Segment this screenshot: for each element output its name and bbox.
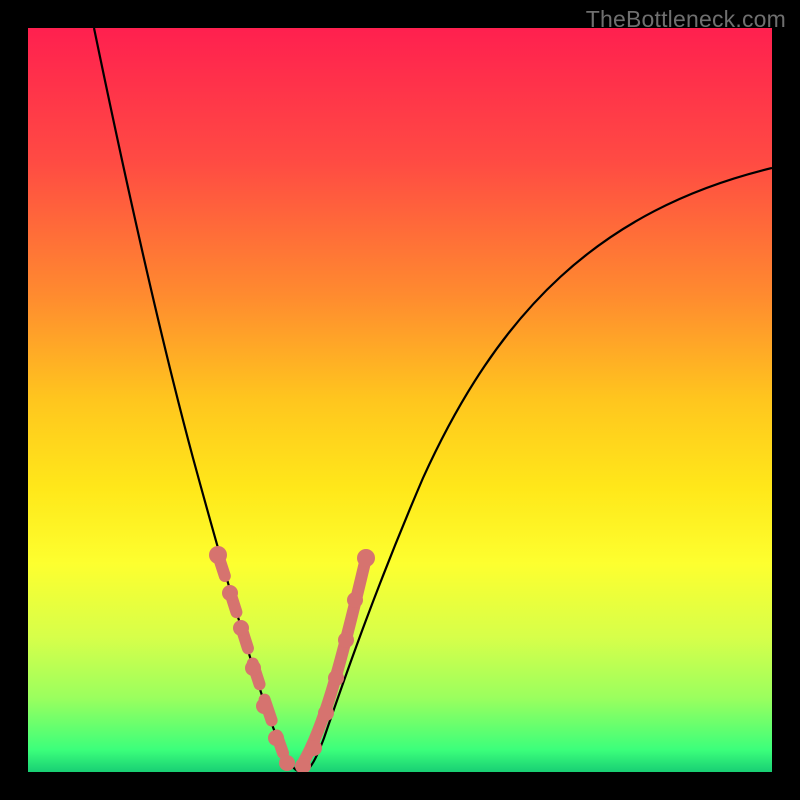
highlight-right <box>303 558 366 763</box>
highlight-left <box>218 555 283 753</box>
highlight-node <box>209 546 227 564</box>
highlight-node <box>328 670 344 686</box>
plot-area <box>28 28 772 772</box>
highlight-node <box>245 660 261 676</box>
highlight-node <box>279 755 295 771</box>
highlight-node <box>357 549 375 567</box>
highlight-node <box>268 730 284 746</box>
highlight-node <box>347 592 363 608</box>
curve-svg <box>28 28 772 772</box>
highlight-node <box>306 740 322 756</box>
highlight-node <box>295 758 311 772</box>
highlight-node <box>256 698 272 714</box>
watermark-text: TheBottleneck.com <box>586 6 786 33</box>
highlight-nodes <box>209 546 375 772</box>
highlight-node <box>318 705 334 721</box>
highlight-node <box>338 632 354 648</box>
highlight-node <box>233 620 249 636</box>
bottleneck-curve <box>94 28 772 772</box>
chart-frame: TheBottleneck.com <box>0 0 800 800</box>
highlight-node <box>222 585 238 601</box>
